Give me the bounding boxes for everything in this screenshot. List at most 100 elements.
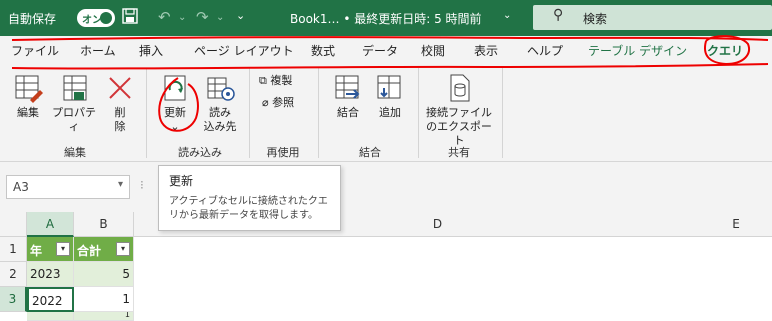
cell-a4[interactable] [27, 312, 74, 321]
append-button[interactable]: 追加 [372, 72, 408, 120]
table-header-cell[interactable]: 年 ▾ [27, 237, 74, 262]
refresh-icon [164, 75, 186, 101]
tab-table-design[interactable]: テーブル デザイン [588, 42, 687, 59]
merge-button[interactable]: 結合 [330, 72, 366, 120]
merge-button-label: 結合 [337, 106, 359, 119]
redo-icon[interactable]: ↷ [196, 8, 209, 26]
formula-bar: A3 ▾ ⁝ [0, 162, 772, 212]
edit-button-label: 編集 [17, 106, 39, 119]
refresh-tooltip: 更新 アクティブなセルに接続されたクエリから最新データを取得します。 [158, 165, 341, 231]
autosave-toggle[interactable]: オン [77, 9, 115, 27]
group-separator [418, 68, 419, 158]
row-header-2[interactable]: 2 [0, 262, 27, 287]
search-placeholder: 検索 [583, 12, 608, 26]
autosave-state: オン [82, 15, 102, 26]
reference-button-label: 参照 [272, 96, 295, 109]
worksheet-grid: A B D E 1 2 3 年 ▾ 合計 ▾ 2023 5 2022 1 1 [0, 212, 772, 321]
refresh-button-label: 更新 [164, 106, 186, 119]
tab-review[interactable]: 校閲 [421, 42, 445, 59]
toggle-knob [100, 12, 112, 24]
undo-icon[interactable]: ↶ [158, 8, 171, 26]
undo-dropdown-icon[interactable]: ⌄ [178, 12, 186, 23]
tooltip-title: 更新 [169, 174, 194, 188]
merge-icon [335, 75, 360, 99]
edit-query-button[interactable]: 編集 [8, 72, 48, 120]
tab-data[interactable]: データ [362, 42, 398, 59]
share-group-label: 共有 [448, 146, 470, 159]
load-to-icon [207, 77, 235, 101]
table-edit-icon [15, 75, 43, 103]
column-header-e[interactable]: E [700, 212, 772, 237]
tab-page-layout[interactable]: ページ レイアウト [194, 42, 294, 59]
append-icon [377, 75, 401, 99]
properties-icon [63, 75, 87, 101]
name-box[interactable]: A3 ▾ [6, 175, 130, 199]
row-header-3[interactable]: 3 [0, 287, 27, 312]
name-box-dropdown-icon[interactable]: ▾ [118, 179, 123, 190]
column-header-b[interactable]: B [74, 212, 134, 237]
row-header-1[interactable]: 1 [0, 237, 27, 262]
load-group-label: 読み込み [178, 146, 222, 159]
delete-button-label-2: 除 [114, 120, 126, 133]
document-title[interactable]: Book1… • 最終更新日時: 5 時間前 [290, 10, 482, 27]
refresh-dropdown-icon[interactable]: ⌄ [170, 120, 179, 133]
tab-home[interactable]: ホーム [80, 42, 116, 59]
edit-group-label: 編集 [64, 146, 86, 159]
connection-file-icon [450, 74, 470, 102]
tab-formulas[interactable]: 数式 [311, 42, 335, 59]
autosave-label: 自動保存 [8, 12, 57, 26]
reference-button[interactable]: ⌀ 参照 [262, 94, 294, 110]
group-separator [146, 68, 147, 158]
group-separator [249, 68, 250, 158]
refresh-button[interactable]: 更新 ⌄ [155, 72, 195, 134]
cell-b2[interactable]: 5 [74, 262, 134, 287]
redo-dropdown-icon[interactable]: ⌄ [216, 12, 224, 23]
search-icon: ⚲ [553, 7, 564, 23]
title-chevron-icon[interactable]: ⌄ [503, 10, 511, 21]
duplicate-button-label: 複製 [270, 74, 293, 87]
cell-a3-active[interactable]: 2022 [27, 287, 74, 312]
cell-b3[interactable]: 1 [74, 287, 134, 312]
header-year: 年 [30, 244, 43, 258]
tooltip-body: アクティブなセルに接続されたクエリから最新データを取得します。 [169, 196, 328, 221]
group-separator [318, 68, 319, 158]
title-bar: 自動保存 オン ↶ ⌄ ↷ ⌄ ⌄ Book1… • 最終更新日時: 5 時間前… [0, 0, 772, 36]
filter-dropdown-icon[interactable]: ▾ [116, 242, 130, 256]
export-label-1: 接続ファイル [426, 106, 492, 119]
duplicate-icon: ⧉ [259, 74, 267, 87]
select-all-corner[interactable] [0, 212, 27, 237]
ribbon-tabs: ファイル ホーム 挿入 ページ レイアウト 数式 データ 校閲 表示 ヘルプ テ… [0, 36, 772, 64]
load-to-label-2: 込み先 [203, 120, 237, 133]
export-label-2: のエクスポート [426, 120, 492, 147]
delete-query-button[interactable]: 削 除 [103, 72, 137, 134]
search-box[interactable]: ⚲ 検索 [533, 5, 772, 30]
combine-group-label: 結合 [359, 146, 381, 159]
tab-file[interactable]: ファイル [11, 42, 59, 59]
column-header-a[interactable]: A [27, 212, 74, 237]
name-box-value: A3 [13, 180, 29, 194]
tab-view[interactable]: 表示 [474, 42, 498, 59]
load-to-button[interactable]: 読み 込み先 [198, 72, 242, 134]
formula-bar-grip-icon[interactable]: ⁝ [140, 178, 144, 192]
duplicate-button[interactable]: ⧉ 複製 [259, 72, 292, 88]
customize-quick-access-icon[interactable]: ⌄ [236, 9, 245, 22]
group-separator [502, 68, 503, 158]
load-to-label-1: 読み [209, 106, 231, 119]
table-header-cell[interactable]: 合計 ▾ [74, 237, 134, 262]
append-button-label: 追加 [379, 106, 401, 119]
tab-insert[interactable]: 挿入 [139, 42, 163, 59]
filter-dropdown-icon[interactable]: ▾ [56, 242, 70, 256]
cell-a2[interactable]: 2023 [27, 262, 74, 287]
save-icon[interactable] [122, 8, 138, 28]
tab-query[interactable]: クエリ [707, 42, 743, 59]
header-total: 合計 [77, 244, 102, 258]
reuse-group-label: 再使用 [266, 146, 300, 159]
export-connection-file-button[interactable]: 接続ファイル のエクスポート [424, 72, 494, 148]
ribbon: 編集 プロパティ 削 除 編集 更新 ⌄ 読み 込み先 読み込み ⧉ 複製 ⌀ … [0, 64, 772, 162]
cell-b4[interactable]: 1 [74, 312, 134, 321]
paperclip-icon: ⌀ [262, 96, 269, 109]
properties-button-label: プロパティ [52, 106, 96, 133]
delete-x-icon [109, 77, 131, 99]
tab-help[interactable]: ヘルプ [527, 42, 563, 59]
properties-button[interactable]: プロパティ [50, 72, 98, 134]
